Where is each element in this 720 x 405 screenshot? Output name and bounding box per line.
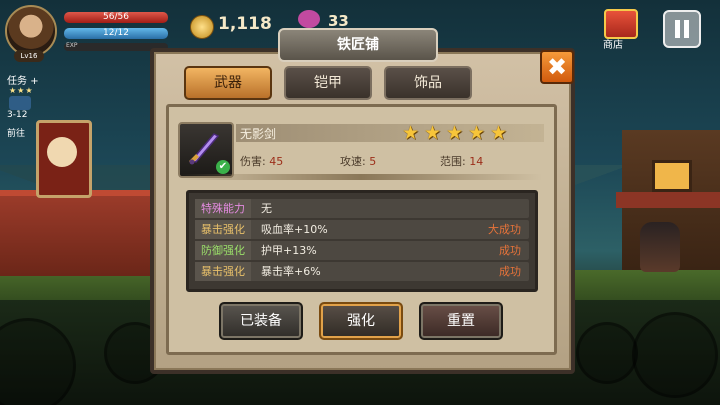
equipped-button[interactable]: 已装备 [219,302,303,340]
enhancement-row: 防御强化 护甲+13% 成功 [195,241,529,260]
shop-gift-icon[interactable] [604,9,638,39]
star-icon: ★ [424,122,442,144]
attack-button[interactable] [632,312,718,398]
npc-character[interactable] [640,222,680,272]
hp-bar: 56/56 [64,12,168,23]
enhancement-row: 暴击强化 吸血率+10% 大成功 [195,220,529,239]
pause-button[interactable] [663,10,701,48]
quest-go-button[interactable]: 前往 [7,126,25,139]
quest-stage: 3-12 [7,110,28,120]
quest-stars: ★★★ [9,86,34,95]
enhance-button[interactable]: 强化 [319,302,403,340]
coin-icon [190,15,214,39]
dialog-title: 铁匠铺 [278,28,438,62]
star-icon: ★ [402,122,420,144]
enhancement-label: 暴击强化 [195,262,251,281]
reset-button[interactable]: 重置 [419,302,503,340]
enhancement-label: 暴击强化 [195,220,251,239]
enhancement-result: 大成功 [488,223,521,236]
star-icon: ★ [446,122,464,144]
gold-count: 1,118 [218,14,272,34]
enhancement-value: 护甲+13% [261,244,317,257]
shop-label[interactable]: 商店 [603,36,623,51]
exp-label: EXP [66,42,78,49]
stat-damage: 伤害: 45 [240,155,284,168]
skill-button-2[interactable] [576,322,638,384]
enhancement-result: 成功 [499,265,521,278]
tab-accessory[interactable]: 饰品 [384,66,472,100]
item-name: 无影剑 [240,127,277,141]
enhancement-value: 无 [261,202,272,215]
shop-banner [36,120,92,198]
mp-bar: 12/12 [64,28,168,39]
enhancement-label: 特殊能力 [195,199,251,218]
enhancement-value: 暴击率+6% [261,265,321,278]
enhancement-row: 特殊能力 无 [195,199,529,218]
divider [180,174,542,180]
quest-label[interactable]: 任务 + [7,72,39,87]
enhancement-list: 特殊能力 无 暴击强化 吸血率+10% 大成功 防御强化 护甲+13% 成功 暴… [186,190,538,292]
star-icon: ★ [468,122,486,144]
equipped-check-icon: ✔ [216,160,230,174]
close-button[interactable]: ✖ [540,50,574,84]
star-icon: ★ [490,122,508,144]
market-stall [0,190,150,276]
stat-range: 范围: 14 [440,155,484,168]
enhancement-result: 成功 [499,244,521,257]
enhancement-row: 暴击强化 暴击率+6% 成功 [195,262,529,281]
stat-attack-speed: 攻速: 5 [340,155,377,168]
enhancement-label: 防御强化 [195,241,251,260]
quest-icon[interactable] [9,96,31,110]
gem-icon [298,10,320,28]
tab-weapon[interactable]: 武器 [184,66,272,100]
enhancement-value: 吸血率+10% [261,223,328,236]
tab-armor[interactable]: 铠甲 [284,66,372,100]
level-badge: Lv16 [14,50,44,62]
